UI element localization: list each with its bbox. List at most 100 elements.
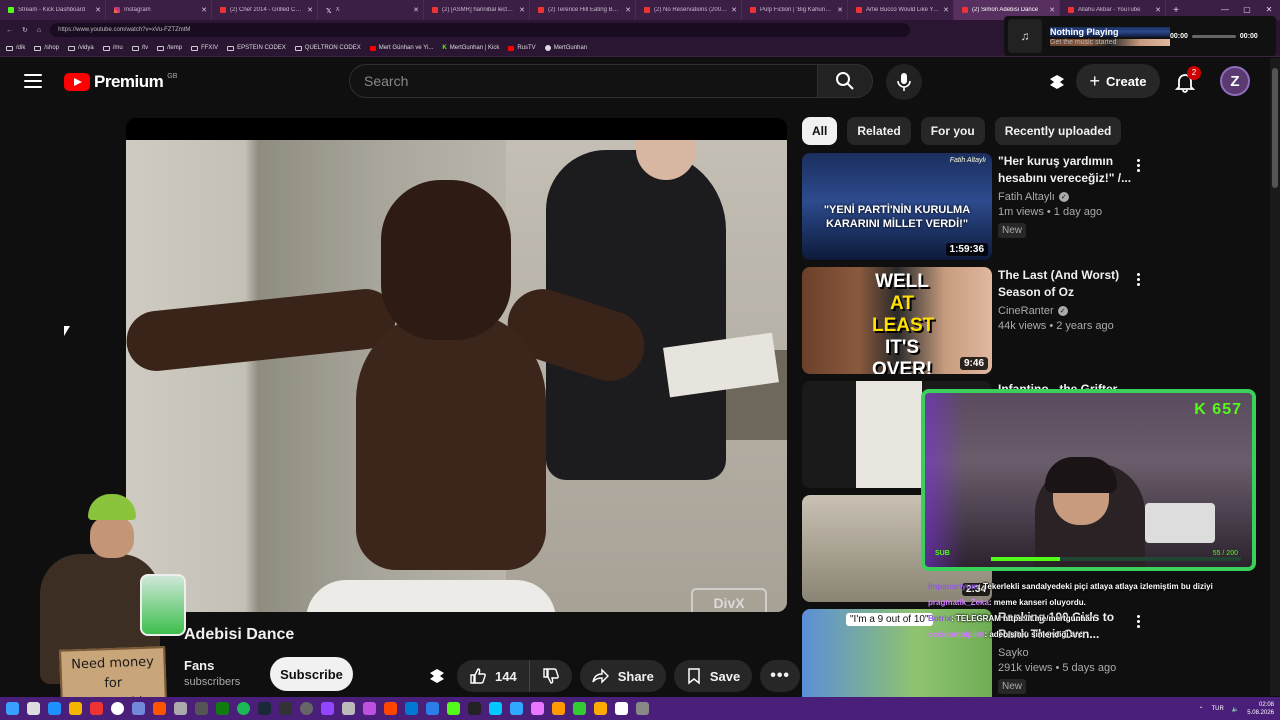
more-actions-button[interactable]: ••• [760,660,801,692]
recommendation-title[interactable]: "Her kuruş yardımın hesabını vereceğiz!"… [998,153,1138,187]
bookmark-folder[interactable]: /dik [6,45,25,51]
browser-tab[interactable]: Instagram ✕ [106,0,212,20]
video-thumbnail[interactable]: WELL AT LEAST IT'S OVER! 9:46 [802,267,992,374]
close-icon[interactable]: ✕ [943,6,949,14]
bookmark-folder[interactable]: QUELTRON CODEX [294,45,361,51]
app-icon[interactable] [405,702,418,715]
kick-icon[interactable] [447,702,460,715]
chevron-up-icon[interactable]: ⌃ [1198,706,1203,713]
back-icon[interactable]: ← [6,27,13,34]
app-icon[interactable] [615,702,628,715]
app-icon[interactable] [552,702,565,715]
app-icon[interactable] [426,702,439,715]
search-button[interactable] [817,64,873,98]
close-icon[interactable]: ✕ [625,6,631,14]
more-vertical-icon[interactable] [1134,273,1142,286]
bookmark-link[interactable]: MertGunhan [544,45,587,51]
app-icon[interactable] [594,702,607,715]
close-icon[interactable]: ✕ [731,6,737,14]
system-clock[interactable]: 02:08 5.08.2026 [1247,701,1274,717]
recommendation-title[interactable]: The Last (And Worst) Season of Oz [998,267,1138,301]
app-icon[interactable] [69,702,82,715]
create-button[interactable]: + Create [1076,64,1160,98]
bookmark-link[interactable]: Mert Günhan ve Yi... [369,45,433,51]
browser-tab[interactable]: (2) No Reservations (2007) Z ✕ [636,0,742,20]
dislike-button[interactable] [530,660,572,692]
save-button[interactable]: Save [673,660,753,692]
app-icon[interactable] [342,702,355,715]
steam-icon[interactable] [258,702,271,715]
bookmark-link[interactable]: K MertGunhan | Kick [442,45,499,51]
obs-icon[interactable] [300,702,313,715]
share-button[interactable]: Share [579,660,666,692]
subscribe-button[interactable]: Subscribe [270,657,353,691]
bookmark-folder[interactable]: /temp [157,45,182,51]
recommendation-item[interactable]: WELL AT LEAST IT'S OVER! 9:46 The Last (… [802,267,1262,375]
page-scrollbar[interactable] [1270,58,1280,696]
browser-tab[interactable]: Pulp Fiction | 'Big Kahuna Bu ✕ [742,0,848,20]
like-button[interactable]: 144 [457,660,530,692]
recommendation-item[interactable]: Fatih Altaylı "YENİ PARTİ'NİN KURULMA KA… [802,153,1262,261]
photoshop-icon[interactable] [510,702,523,715]
browser-tab[interactable]: (2) Terence Hill Eating Beans ✕ [530,0,636,20]
chip-all[interactable]: All [802,117,838,145]
video-player[interactable]: DivX [126,118,787,612]
bookmark-folder[interactable]: /tv [131,45,148,51]
browser-tab[interactable]: 𝕏 X ✕ [318,0,424,20]
app-icon[interactable] [48,702,61,715]
close-icon[interactable]: ✕ [95,6,101,14]
recommendation-channel[interactable]: Sayko [998,647,1029,659]
close-icon[interactable]: ✕ [1155,6,1161,14]
youtube-premium-logo[interactable]: Premium GB [64,72,177,92]
app-icon[interactable] [195,702,208,715]
video-thumbnail[interactable]: Fatih Altaylı "YENİ PARTİ'NİN KURULMA KA… [802,153,992,260]
chip-recently-uploaded[interactable]: Recently uploaded [994,117,1122,145]
file-icon[interactable] [27,702,40,715]
notifications-button[interactable]: 2 [1167,64,1203,100]
app-icon[interactable] [321,702,334,715]
home-icon[interactable]: ⌂ [37,27,41,34]
close-icon[interactable]: ✕ [837,6,843,14]
bookmark-folder[interactable]: FFXIV [191,45,218,51]
account-avatar[interactable]: Z [1220,66,1250,96]
more-vertical-icon[interactable] [1134,159,1142,172]
voice-search-button[interactable] [886,64,922,100]
progress-bar[interactable] [1191,34,1236,38]
new-tab-button[interactable]: + [1166,5,1186,16]
reload-icon[interactable]: ↻ [22,26,28,34]
bookmark-folder[interactable]: /vidya [68,45,94,51]
extension-icon[interactable] [1039,64,1075,100]
bookmark-link[interactable]: RusTV [508,45,536,51]
spotify-icon[interactable] [237,702,250,715]
app-icon[interactable] [384,702,397,715]
language-indicator[interactable]: TUR [1211,706,1223,712]
app-icon[interactable] [573,702,586,715]
premiere-icon[interactable] [531,702,544,715]
channel-info[interactable]: Fans subscribers [184,658,240,688]
volume-icon[interactable]: 🔈 [1232,706,1239,713]
browser-tab[interactable]: Artie Bucco Would Like You T ✕ [848,0,954,20]
url-field[interactable]: https://www.youtube.com/watch?v=xVu-FZTZ… [50,23,911,37]
app-icon[interactable] [279,702,292,715]
bookmark-folder[interactable]: /shop [34,45,59,51]
recommendation-channel[interactable]: CineRanter [998,305,1054,317]
chip-for-you[interactable]: For you [920,117,985,145]
close-icon[interactable]: ✕ [413,6,419,14]
chrome-icon[interactable] [111,702,124,715]
app-icon[interactable] [489,702,502,715]
bookmark-folder[interactable]: EPSTEIN CODEX [227,45,286,51]
bookmark-folder[interactable]: /mu [102,45,123,51]
browser-tab[interactable]: (2) Chef 2014 - Grilled Chees ✕ [212,0,318,20]
app-icon[interactable] [636,702,649,715]
recommendation-channel[interactable]: Fatih Altaylı [998,191,1055,203]
app-icon[interactable] [174,702,187,715]
chip-related[interactable]: Related [847,117,911,145]
hamburger-menu-icon[interactable] [24,74,42,88]
windows-start-icon[interactable] [6,702,19,715]
ask-ai-icon[interactable] [425,666,449,686]
discord-icon[interactable] [132,702,145,715]
close-icon[interactable]: ✕ [519,6,525,14]
close-icon[interactable]: ✕ [201,6,207,14]
close-icon[interactable]: ✕ [307,6,313,14]
xbox-icon[interactable] [216,702,229,715]
